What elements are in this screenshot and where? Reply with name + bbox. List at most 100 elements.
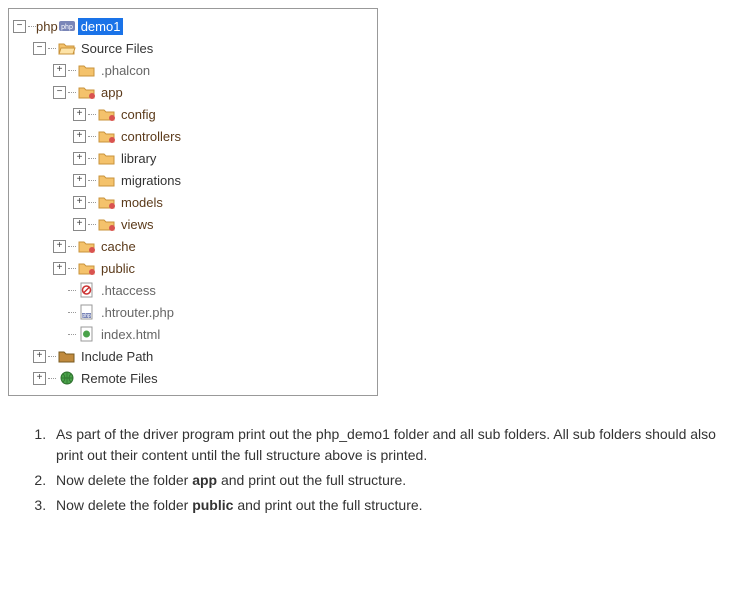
php-icon: php: [58, 18, 76, 34]
tree-node-include[interactable]: + Include Path: [13, 345, 373, 367]
tree-connector: [68, 246, 76, 247]
tree-connector: [68, 92, 76, 93]
tree-indent: [33, 103, 53, 125]
expand-icon[interactable]: +: [73, 108, 86, 121]
globe-icon: [58, 370, 76, 386]
expand-icon[interactable]: +: [53, 240, 66, 253]
collapse-icon[interactable]: −: [13, 20, 26, 33]
tree-node-label[interactable]: migrations: [118, 172, 184, 189]
tree-line: [53, 306, 68, 319]
tree-node-cache[interactable]: + cache: [13, 235, 373, 257]
root-prefix-label: php: [36, 19, 58, 34]
expand-icon[interactable]: +: [33, 350, 46, 363]
tree-node-label[interactable]: models: [118, 194, 166, 211]
folder-badge-icon: [98, 106, 116, 122]
folder-icon: [98, 172, 116, 188]
tree-indent: [13, 103, 33, 125]
tree-indent: [33, 147, 53, 169]
tree-node-root[interactable]: −phpphpdemo1: [13, 15, 373, 37]
tree-node-label[interactable]: .phalcon: [98, 62, 153, 79]
tree-connector: [68, 268, 76, 269]
instruction-item-1: As part of the driver program print out …: [50, 424, 721, 466]
tree-indent: [13, 301, 33, 323]
tree-connector: [68, 312, 76, 313]
tree-node-htrouter[interactable]: php .htrouter.php: [13, 301, 373, 323]
tree-node-controllers[interactable]: + controllers: [13, 125, 373, 147]
folder-icon: [98, 150, 116, 166]
folder-badge-icon: [78, 260, 96, 276]
tree-node-label[interactable]: controllers: [118, 128, 184, 145]
tree-line: [53, 328, 68, 341]
tree-indent: [13, 345, 33, 367]
tree-node-label[interactable]: index.html: [98, 326, 163, 343]
file-tree-panel: −phpphpdemo1−Source Files+.phalcon−app+c…: [8, 8, 378, 396]
tree-indent: [33, 191, 53, 213]
tree-connector: [68, 334, 76, 335]
tree-node-src[interactable]: − Source Files: [13, 37, 373, 59]
tree-indent: [13, 147, 33, 169]
expand-icon[interactable]: +: [73, 174, 86, 187]
expand-icon[interactable]: +: [73, 130, 86, 143]
tree-indent: [33, 213, 53, 235]
collapse-icon[interactable]: −: [53, 86, 66, 99]
tree-connector: [48, 356, 56, 357]
tree-indent: [33, 81, 53, 103]
tree-indent: [13, 59, 33, 81]
tree-node-public[interactable]: + public: [13, 257, 373, 279]
tree-node-models[interactable]: + models: [13, 191, 373, 213]
tree-node-config[interactable]: + config: [13, 103, 373, 125]
tree-node-label[interactable]: public: [98, 260, 138, 277]
svg-text:php: php: [61, 24, 73, 31]
tree-indent: [53, 147, 73, 169]
expand-icon[interactable]: +: [73, 196, 86, 209]
expand-icon[interactable]: +: [73, 152, 86, 165]
tree-node-htaccess[interactable]: .htaccess: [13, 279, 373, 301]
tree-indent: [13, 367, 33, 389]
svg-text:php: php: [82, 313, 91, 319]
tree-indent: [33, 59, 53, 81]
tree-connector: [88, 202, 96, 203]
folder-badge-icon: [98, 128, 116, 144]
tree-node-phalcon[interactable]: + .phalcon: [13, 59, 373, 81]
tree-node-label[interactable]: views: [118, 216, 157, 233]
tree-node-label[interactable]: library: [118, 150, 159, 167]
expand-icon[interactable]: +: [73, 218, 86, 231]
tree-node-indexhtml[interactable]: index.html: [13, 323, 373, 345]
tree-indent: [13, 169, 33, 191]
collapse-icon[interactable]: −: [33, 42, 46, 55]
tree-indent: [13, 323, 33, 345]
tree-node-label[interactable]: Remote Files: [78, 370, 161, 387]
tree-node-views[interactable]: + views: [13, 213, 373, 235]
tree-connector: [48, 378, 56, 379]
folder-badge-icon: [98, 216, 116, 232]
tree-node-label[interactable]: demo1: [78, 18, 124, 35]
instruction-3-text-b: and print out the full structure.: [233, 497, 422, 513]
instruction-2-bold: app: [192, 472, 217, 488]
folder-open-icon: [58, 40, 76, 56]
expand-icon[interactable]: +: [53, 262, 66, 275]
tree-node-app[interactable]: − app: [13, 81, 373, 103]
tree-node-label[interactable]: cache: [98, 238, 139, 255]
tree-node-label[interactable]: Source Files: [78, 40, 156, 57]
expand-icon[interactable]: +: [33, 372, 46, 385]
tree-node-library[interactable]: + library: [13, 147, 373, 169]
file-php-icon: php: [78, 304, 96, 320]
tree-connector: [88, 180, 96, 181]
instruction-2-text-b: and print out the full structure.: [217, 472, 406, 488]
tree-connector: [48, 48, 56, 49]
tree-connector: [28, 26, 36, 27]
tree-node-label[interactable]: app: [98, 84, 126, 101]
tree-node-remote[interactable]: + Remote Files: [13, 367, 373, 389]
instructions-block: As part of the driver program print out …: [8, 424, 741, 516]
tree-node-label[interactable]: config: [118, 106, 159, 123]
tree-indent: [33, 279, 53, 301]
tree-node-label[interactable]: Include Path: [78, 348, 156, 365]
instruction-2-text-a: Now delete the folder: [56, 472, 192, 488]
tree-indent: [13, 81, 33, 103]
tree-indent: [53, 103, 73, 125]
tree-node-migrations[interactable]: + migrations: [13, 169, 373, 191]
instruction-1-text: As part of the driver program print out …: [56, 426, 716, 463]
tree-node-label[interactable]: .htaccess: [98, 282, 159, 299]
expand-icon[interactable]: +: [53, 64, 66, 77]
tree-node-label[interactable]: .htrouter.php: [98, 304, 177, 321]
